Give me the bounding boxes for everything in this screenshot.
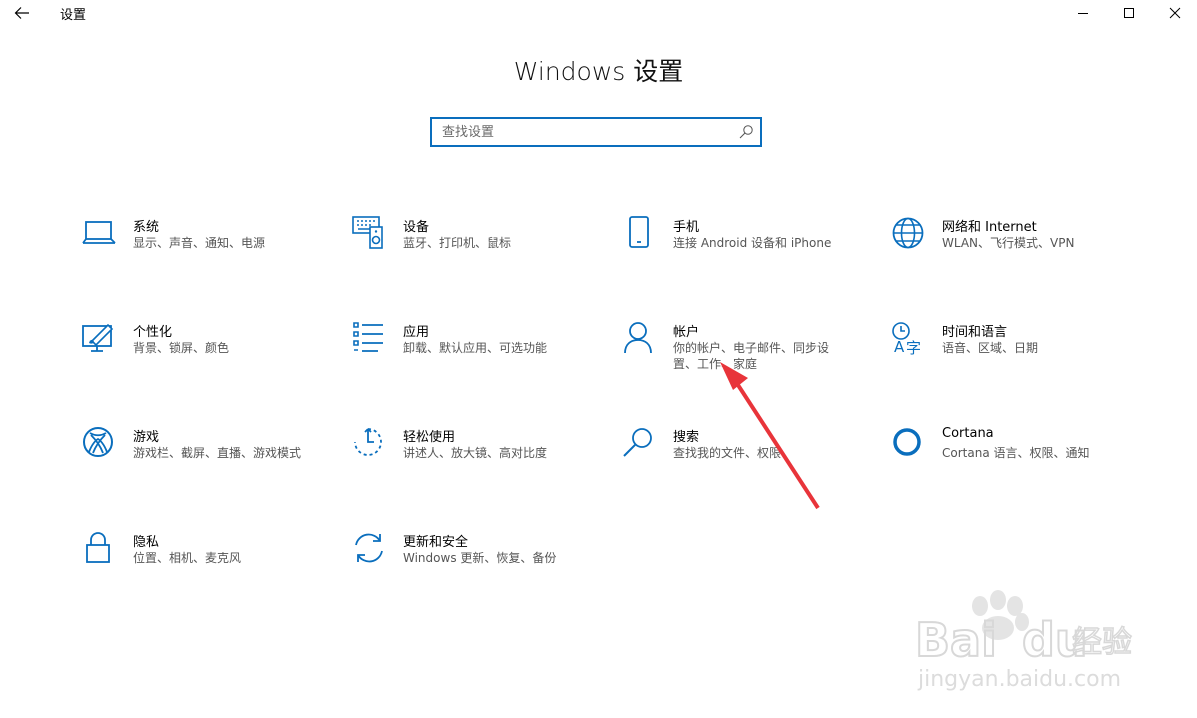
phone-icon	[622, 216, 656, 250]
back-arrow-icon	[14, 7, 29, 19]
lock-icon	[82, 531, 116, 565]
maximize-icon	[1124, 8, 1134, 18]
tile-title: 隐私	[133, 535, 160, 550]
laptop-icon	[82, 216, 116, 250]
search-icon[interactable]	[738, 124, 754, 140]
tile-network[interactable]: 网络和 Internet WLAN、飞行模式、VPN	[891, 216, 1141, 286]
tile-system[interactable]: 系统 显示、声音、通知、电源	[82, 216, 332, 286]
page-title: Windows 设置	[513, 57, 684, 86]
tile-privacy[interactable]: 隐私 位置、相机、麦克风	[82, 531, 332, 601]
tile-title: 个性化	[133, 325, 173, 340]
svg-text:A: A	[894, 338, 905, 355]
tile-title: 网络和 Internet	[942, 220, 1037, 235]
tile-devices[interactable]: 设备 蓝牙、打印机、鼠标	[352, 216, 602, 286]
tile-description: 你的帐户、电子邮件、同步设置、工作、家庭	[673, 341, 830, 371]
tile-accounts[interactable]: 帐户 你的帐户、电子邮件、同步设置、工作、家庭	[622, 321, 872, 391]
devices-icon	[352, 216, 386, 250]
tile-description: 查找我的文件、权限	[673, 446, 782, 460]
tile-apps[interactable]: 应用 卸载、默认应用、可选功能	[352, 321, 602, 391]
minimize-icon	[1078, 13, 1088, 14]
xbox-icon	[82, 426, 116, 460]
update-icon	[352, 531, 386, 565]
svg-text:jingyan.baidu.com: jingyan.baidu.com	[917, 667, 1121, 692]
tile-search[interactable]: 搜索 查找我的文件、权限	[622, 426, 872, 496]
tile-description: 背景、锁屏、颜色	[133, 341, 230, 355]
tile-time-language[interactable]: A 字 时间和语言 语音、区域、日期	[891, 321, 1141, 391]
tile-update-security[interactable]: 更新和安全 Windows 更新、恢复、备份	[352, 531, 602, 601]
tile-description: 位置、相机、麦克风	[133, 551, 242, 565]
tile-title: 手机	[673, 220, 700, 235]
tile-gaming[interactable]: 游戏 游戏栏、截屏、直播、游戏模式	[82, 426, 332, 496]
svg-text:du: du	[1022, 613, 1088, 667]
cortana-icon	[891, 426, 925, 460]
close-icon	[1169, 7, 1181, 19]
baidu-jingyan-watermark-logo: Bai du 经验 jingyan.baidu.com	[914, 590, 1133, 692]
tile-title: 时间和语言	[942, 325, 1008, 340]
tile-cortana[interactable]: Cortana Cortana 语言、权限、通知	[891, 426, 1141, 496]
tile-description: 连接 Android 设备和 iPhone	[673, 236, 832, 250]
tile-description: 游戏栏、截屏、直播、游戏模式	[133, 446, 302, 460]
tile-description: 讲述人、放大镜、高对比度	[403, 446, 548, 460]
tile-description: 蓝牙、打印机、鼠标	[403, 236, 512, 250]
tile-title: 应用	[403, 325, 430, 340]
back-button[interactable]	[8, 2, 36, 24]
tile-title: 游戏	[133, 430, 160, 445]
tile-title: Cortana	[942, 426, 994, 441]
tile-title: 轻松使用	[403, 430, 456, 445]
tile-description: Windows 更新、恢复、备份	[403, 551, 557, 565]
title-bar: 设置	[0, 0, 1197, 26]
search-box[interactable]	[430, 117, 762, 147]
search-magnifier-icon	[622, 426, 656, 460]
app-title: 设置	[60, 8, 87, 23]
tile-title: 更新和安全	[403, 535, 469, 550]
tile-description: 语音、区域、日期	[942, 341, 1039, 355]
tile-description: 卸载、默认应用、可选功能	[403, 341, 548, 355]
tile-title: 系统	[133, 220, 160, 235]
tile-personalization[interactable]: 个性化 背景、锁屏、颜色	[82, 321, 332, 391]
apps-list-icon	[352, 321, 386, 355]
svg-text:经验: 经验	[1072, 625, 1132, 660]
minimize-button[interactable]	[1060, 0, 1106, 26]
maximize-button[interactable]	[1106, 0, 1152, 26]
tile-phone[interactable]: 手机 连接 Android 设备和 iPhone	[622, 216, 872, 286]
svg-text:字: 字	[906, 339, 921, 355]
person-icon	[622, 321, 656, 355]
tile-ease-of-access[interactable]: 轻松使用 讲述人、放大镜、高对比度	[352, 426, 602, 496]
svg-text:Bai: Bai	[915, 613, 997, 667]
tile-title: 帐户	[673, 325, 700, 340]
ease-of-access-icon	[352, 426, 386, 460]
time-language-icon: A 字	[891, 321, 925, 357]
tile-title: 设备	[403, 220, 430, 235]
globe-icon	[891, 216, 925, 250]
search-input[interactable]	[432, 119, 742, 145]
tile-description: 显示、声音、通知、电源	[133, 236, 266, 250]
tile-title: 搜索	[673, 430, 700, 445]
close-button[interactable]	[1152, 0, 1197, 26]
personalization-icon	[82, 321, 116, 355]
tile-description: WLAN、飞行模式、VPN	[942, 236, 1075, 250]
tile-description: Cortana 语言、权限、通知	[942, 446, 1090, 460]
